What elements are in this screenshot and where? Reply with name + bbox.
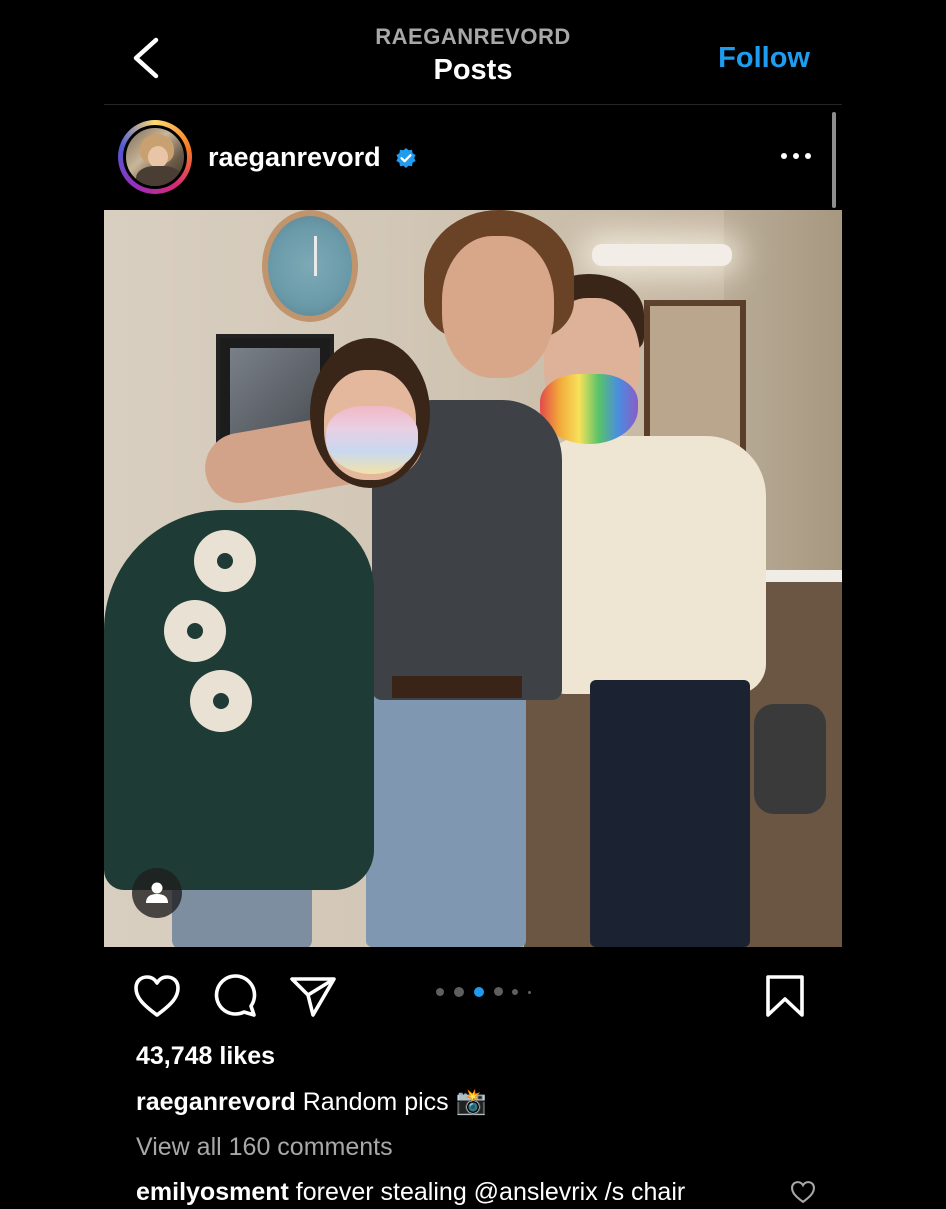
post-photo[interactable] [104, 210, 842, 947]
user-tag-icon[interactable] [132, 868, 182, 918]
follow-button[interactable]: Follow [718, 42, 810, 75]
comment-username[interactable]: emilyosment [136, 1178, 289, 1206]
view-all-comments-link[interactable]: View all 160 comments [136, 1133, 393, 1162]
comment-icon[interactable] [210, 973, 260, 1019]
avatar-story-ring[interactable] [118, 120, 192, 194]
like-count[interactable]: 43,748 likes [136, 1042, 275, 1071]
comment-preview: emilyosment forever stealing @anslevrix … [136, 1178, 685, 1207]
bookmark-icon[interactable] [760, 973, 810, 1019]
verified-badge-icon [395, 147, 417, 169]
share-icon[interactable] [288, 973, 338, 1019]
post-caption: raeganrevord Random pics 📸 [136, 1088, 487, 1117]
comment-heart-icon[interactable] [790, 1180, 816, 1204]
scrollbar[interactable] [832, 112, 836, 208]
more-options-icon[interactable] [778, 144, 814, 168]
heart-icon[interactable] [132, 973, 182, 1019]
post-username[interactable]: raeganrevord [208, 142, 381, 173]
caption-text: Random pics 📸 [302, 1088, 487, 1116]
post-action-bar [104, 947, 842, 1037]
comment-text: forever stealing @anslevrix /s chair [295, 1178, 686, 1206]
instagram-post-screen: RAEGANREVORD Posts Follow raeganrevord 4… [104, 0, 842, 1206]
top-nav-bar: RAEGANREVORD Posts Follow [104, 0, 842, 105]
caption-username[interactable]: raeganrevord [136, 1088, 296, 1116]
wall-clock [262, 210, 358, 322]
avatar [123, 125, 187, 189]
post-header: raeganrevord [104, 104, 842, 210]
